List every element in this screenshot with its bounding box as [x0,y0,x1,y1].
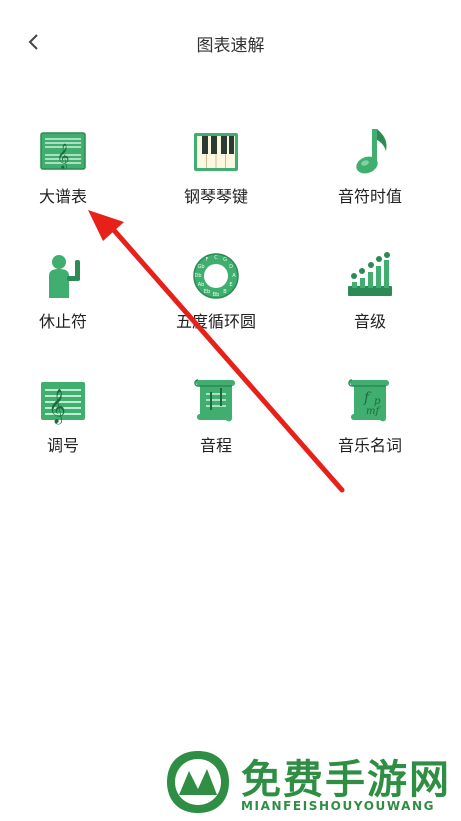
scale-steps-icon [344,250,396,302]
watermark-subtitle: MIANFEISHOUYOUWANG [241,799,436,813]
svg-text:A: A [232,273,236,279]
svg-text:D: D [229,264,233,270]
menu-item-label: 音符时值 [337,187,402,206]
menu-item-scale-degrees[interactable]: 音级 [295,250,445,350]
watermark: 免费手游网 MIANFEISHOUYOUWANG [165,745,455,821]
music-terms-scroll-icon: f p mf [344,374,396,426]
menu-item-music-terms[interactable]: f p mf 音乐名词 [295,374,445,474]
svg-text:B: B [223,289,227,295]
svg-text:Ab: Ab [198,282,205,288]
menu-item-label: 休止符 [38,312,87,331]
menu-item-label: 大谱表 [38,187,87,206]
menu-item-label: 五度循环圆 [175,312,256,331]
svg-text:E: E [229,282,232,288]
svg-text:Db: Db [194,273,201,279]
svg-text:𝄞: 𝄞 [56,143,69,169]
interval-scroll-icon [190,374,242,426]
piano-keys-icon [190,125,242,177]
svg-text:F: F [206,257,209,263]
svg-text:Eb: Eb [204,289,210,295]
svg-text:mf: mf [366,406,381,417]
menu-item-label: 音程 [199,436,232,455]
svg-text:Bb: Bb [213,292,220,298]
svg-text:G: G [223,257,227,263]
menu-item-rests[interactable]: 休止符 [0,250,138,350]
rest-figure-icon [37,250,89,302]
circle-of-fifths-icon: CGD AEB Bb Eb Ab Db Gb F [190,250,242,302]
key-signature-icon: 𝄞 [37,374,89,426]
staff-icon: 𝄞 [37,125,89,177]
menu-item-grand-staff[interactable]: 𝄞 大谱表 [0,125,138,225]
svg-text:C: C [214,255,218,261]
svg-text:Gb: Gb [197,264,204,270]
menu-item-label: 调号 [46,436,79,455]
menu-item-key-signature[interactable]: 𝄞 调号 [0,374,138,474]
menu-item-label: 钢琴琴键 [183,187,248,206]
site-logo-icon [167,751,229,813]
menu-item-circle-of-fifths[interactable]: CGD AEB Bb Eb Ab Db Gb F 五度循环圆 [141,250,291,350]
menu-item-label: 音乐名词 [337,436,402,455]
svg-text:𝄞: 𝄞 [48,389,66,425]
menu-item-label: 音级 [353,312,386,331]
music-note-icon [344,125,396,177]
chart-menu-grid: 𝄞 大谱表 钢琴琴键 音符时值 休止符 C G D A E B Bb Eb Ab… [0,0,461,500]
menu-item-interval[interactable]: 音程 [141,374,291,474]
menu-item-piano-keys[interactable]: 钢琴琴键 [141,125,291,225]
watermark-name: 免费手游网 [241,756,451,803]
menu-item-note-values[interactable]: 音符时值 [295,125,445,225]
